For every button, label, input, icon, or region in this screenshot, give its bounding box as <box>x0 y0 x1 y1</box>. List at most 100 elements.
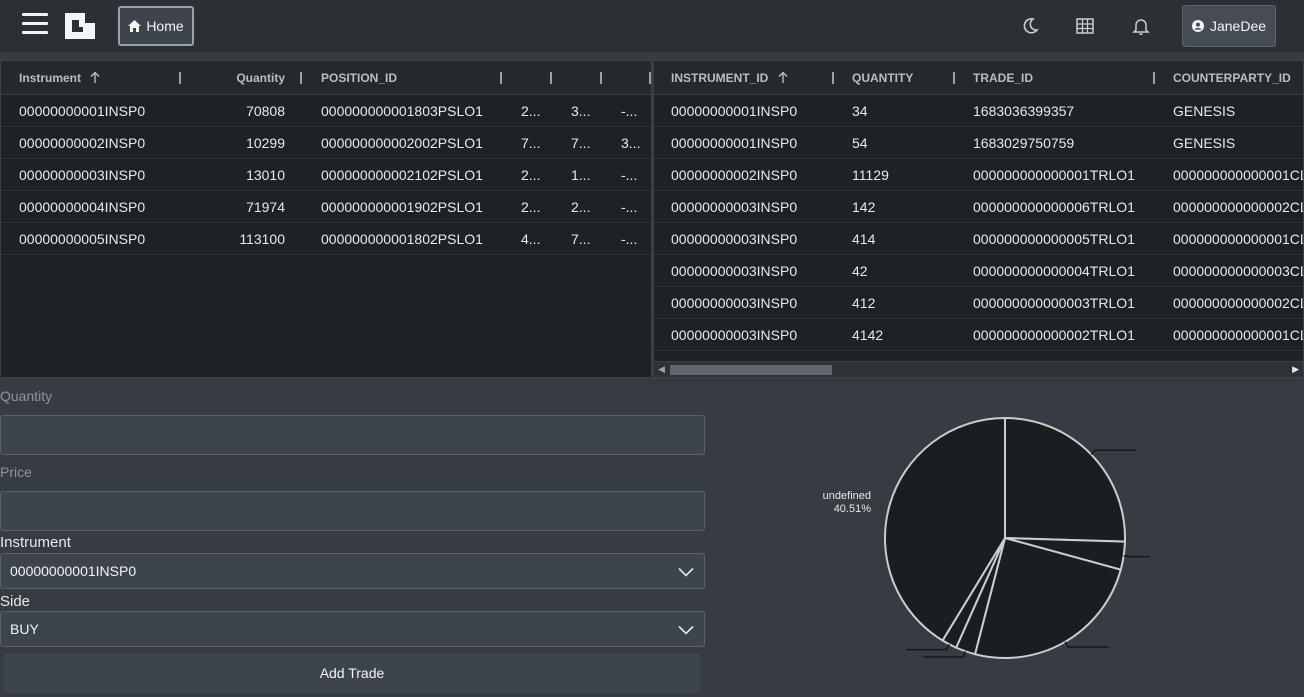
table-cell: -... <box>621 199 638 215</box>
table-cell: 11129 <box>852 167 889 183</box>
pie-chart-svg: undefined 40.51% <box>823 416 1170 659</box>
table-cell: 10299 <box>246 135 285 151</box>
table-cell: -... <box>621 167 638 183</box>
table-cell: 113100 <box>239 231 285 247</box>
table-row[interactable]: 00000000001INSP0 54 1683029750759 GENESIS <box>654 127 1303 159</box>
user-menu-button[interactable]: JaneDee <box>1182 5 1276 47</box>
table-cell: 000000000001802PSLO1 <box>321 231 483 247</box>
trades-grid: INSTRUMENT_ID QUANTITY TRADE_ID COUNTERP… <box>653 60 1304 378</box>
table-row[interactable]: 00000000005INSP0 113100 000000000001802PSL… <box>1 223 651 255</box>
table-row[interactable]: 00000000003INSP0 412 000000000000003TRLO1 0… <box>654 287 1303 319</box>
table-cell: 7... <box>571 231 591 247</box>
home-button[interactable]: Home <box>118 6 194 46</box>
pie-label-name: undefined <box>823 490 871 502</box>
scroll-left-icon[interactable]: ◀ <box>658 364 665 375</box>
pie-leader-line <box>1064 641 1109 648</box>
table-cell: 000000000000002CL <box>1173 199 1304 215</box>
table-row[interactable]: 00000000003INSP0 414 000000000000005TRLO1 0… <box>654 223 1303 255</box>
column-resize-handle[interactable] <box>649 72 651 84</box>
table-cell: 1683036399357 <box>973 103 1075 119</box>
table-cell: 00000000003INSP0 <box>671 263 798 279</box>
top-bar: Home JaneDee <box>0 0 1304 52</box>
table-cell: 00000000001INSP0 <box>671 103 798 119</box>
side-select-value: BUY <box>10 621 39 637</box>
column-header-counterparty-id[interactable]: COUNTERPARTY_ID <box>1173 61 1291 95</box>
positions-grid-header: Instrument Quantity POSITION_ID <box>1 61 651 95</box>
quantity-input[interactable] <box>0 415 705 455</box>
sort-ascending-icon <box>778 71 788 83</box>
table-row[interactable]: 00000000003INSP0 142 000000000000006TRLO1 0… <box>654 191 1303 223</box>
side-select[interactable]: BUY <box>0 611 705 647</box>
table-cell: 1683029750759 <box>973 135 1075 151</box>
table-cell: 000000000000004TRLO1 <box>973 263 1135 279</box>
instrument-select[interactable]: 00000000001INSP0 <box>0 553 705 589</box>
column-header-trade-id[interactable]: TRADE_ID <box>973 61 1033 95</box>
scroll-right-icon[interactable]: ▶ <box>1292 364 1299 375</box>
table-row[interactable]: 00000000002INSP0 10299 000000000002002PSLO… <box>1 127 651 159</box>
add-trade-button[interactable]: Add Trade <box>4 653 700 693</box>
table-row[interactable]: 00000000002INSP0 11129 000000000000001TRLO… <box>654 159 1303 191</box>
table-cell: 2... <box>521 103 541 119</box>
table-cell: 13010 <box>246 167 285 183</box>
pie-leader-line <box>923 651 967 658</box>
table-cell: 3... <box>621 135 641 151</box>
table-row[interactable]: 00000000003INSP0 4142 000000000000002TRLO1… <box>654 319 1303 351</box>
table-row[interactable]: 00000000004INSP0 71974 000000000001902PSLO… <box>1 191 651 223</box>
column-header-quantity[interactable]: QUANTITY <box>852 61 913 95</box>
table-cell: 71974 <box>246 199 285 215</box>
pie-leader-line <box>906 643 950 651</box>
pie-slice[interactable] <box>1004 416 1126 543</box>
table-cell: 00000000004INSP0 <box>19 199 146 215</box>
table-cell: -... <box>621 103 638 119</box>
pie-label-percent: 40.51% <box>834 503 872 515</box>
moon-icon[interactable] <box>1020 16 1040 36</box>
price-input[interactable] <box>0 491 705 531</box>
chevron-down-icon <box>678 625 694 635</box>
table-cell: 000000000000003TRLO1 <box>973 295 1135 311</box>
table-row[interactable]: 00000000001INSP0 70808 000000000001803PSLO… <box>1 95 651 127</box>
table-cell: 00000000003INSP0 <box>671 231 798 247</box>
column-resize-handle[interactable] <box>832 72 834 84</box>
table-cell: 000000000002002PSLO1 <box>321 135 483 151</box>
table-row[interactable]: 00000000001INSP0 34 1683036399357 GENESIS <box>654 95 1303 127</box>
logo-icon[interactable] <box>63 10 97 42</box>
table-cell: 70808 <box>246 103 285 119</box>
quantity-label: Quantity <box>0 388 53 404</box>
column-resize-handle[interactable] <box>179 72 181 84</box>
table-cell: 000000000001902PSLO1 <box>321 199 483 215</box>
chevron-down-icon <box>678 567 694 577</box>
table-cell: 7... <box>571 135 591 151</box>
column-resize-handle[interactable] <box>1153 72 1155 84</box>
scrollbar-thumb[interactable] <box>670 365 832 375</box>
table-cell: 34 <box>852 103 868 119</box>
table-cell: 54 <box>852 135 868 151</box>
table-cell: GENESIS <box>1173 103 1236 119</box>
table-cell: 00000000002INSP0 <box>19 135 146 151</box>
user-name: JaneDee <box>1209 18 1267 34</box>
table-cell: 142 <box>852 199 876 215</box>
table-cell: GENESIS <box>1173 135 1236 151</box>
table-row[interactable]: 00000000003INSP0 13010 000000000002102PSLO… <box>1 159 651 191</box>
table-cell: 00000000001INSP0 <box>671 135 798 151</box>
pie-leader-line <box>1123 555 1170 558</box>
horizontal-scrollbar[interactable]: ◀ ▶ <box>654 361 1303 377</box>
table-row[interactable]: 00000000003INSP0 42 000000000000004TRLO1 00… <box>654 255 1303 287</box>
column-resize-handle[interactable] <box>550 72 552 84</box>
bell-icon[interactable] <box>1131 16 1151 36</box>
column-resize-handle[interactable] <box>953 72 955 84</box>
table-cell: 42 <box>852 263 868 279</box>
sort-ascending-icon <box>90 71 100 83</box>
column-header-position-id[interactable]: POSITION_ID <box>321 61 397 95</box>
column-resize-handle[interactable] <box>300 72 302 84</box>
table-cell: 2... <box>521 199 541 215</box>
table-cell: 00000000005INSP0 <box>19 231 146 247</box>
column-resize-handle[interactable] <box>500 72 502 84</box>
column-resize-handle[interactable] <box>600 72 602 84</box>
column-header-instrument[interactable]: Instrument <box>19 61 100 95</box>
table-cell: 2... <box>571 199 591 215</box>
table-cell: 00000000003INSP0 <box>19 167 146 183</box>
column-header-quantity[interactable]: Quantity <box>191 61 285 95</box>
menu-icon[interactable] <box>22 13 48 37</box>
grid-icon[interactable] <box>1075 16 1095 36</box>
column-header-instrument-id[interactable]: INSTRUMENT_ID <box>671 61 788 95</box>
